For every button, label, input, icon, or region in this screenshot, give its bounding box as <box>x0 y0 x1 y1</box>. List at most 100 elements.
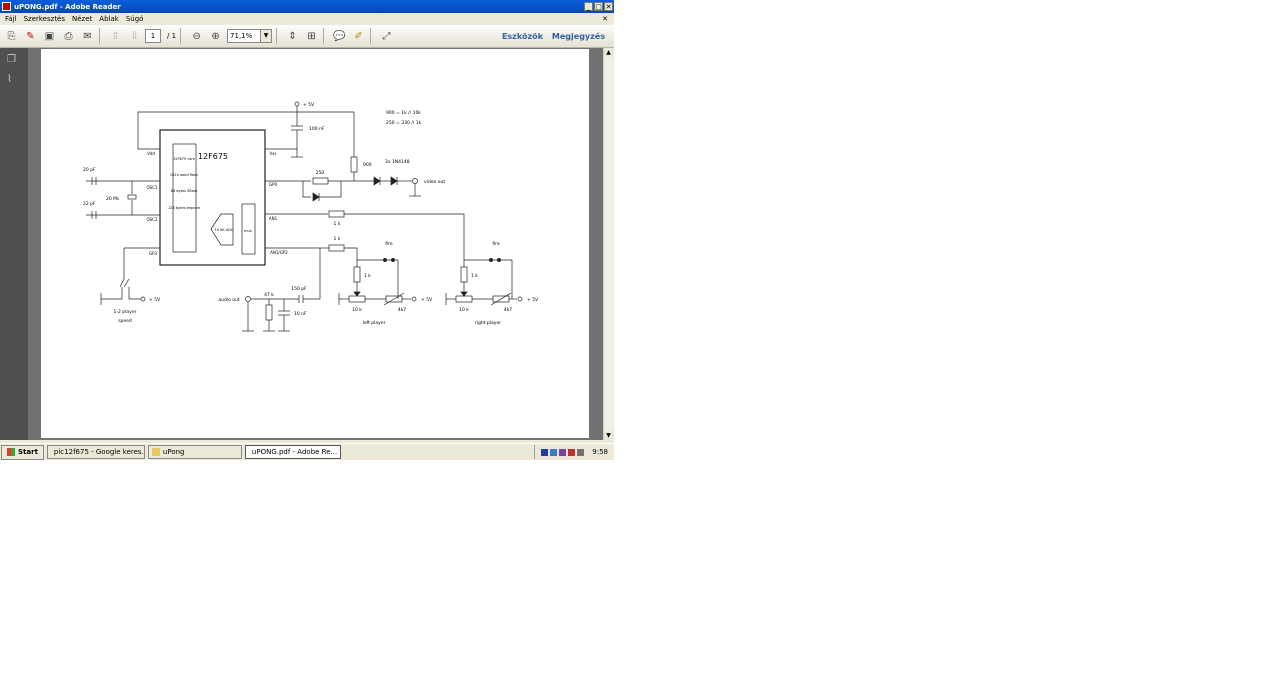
title-bar[interactable]: uPONG.pdf - Adobe Reader _ □ ✕ <box>0 0 614 13</box>
system-tray: 9:58 <box>534 445 614 459</box>
svg-text:1 k: 1 k <box>334 236 341 242</box>
vertical-scrollbar[interactable]: ▲ ▼ <box>603 48 613 440</box>
svg-text:GP0: GP0 <box>269 182 278 187</box>
svg-text:250: 250 <box>316 170 325 176</box>
volume-icon[interactable] <box>577 448 585 456</box>
svg-text:4k7: 4k7 <box>504 307 512 313</box>
adobe-reader-app-icon <box>2 2 11 11</box>
next-page-icon[interactable]: ⇩ <box>127 29 142 44</box>
svg-text:+ 5V: + 5V <box>527 297 539 303</box>
menu-view[interactable]: Nézet <box>72 15 92 23</box>
start-button[interactable]: Start <box>1 444 44 460</box>
svg-text:+ 5V: + 5V <box>421 297 433 303</box>
page-total: / 1 <box>167 32 177 40</box>
print-icon[interactable]: ⎙ <box>61 29 76 44</box>
page-number-input[interactable]: 1 <box>145 29 161 43</box>
network-icon[interactable] <box>550 448 558 456</box>
svg-text:Vdd: Vdd <box>147 151 155 156</box>
taskbar-item-firefox[interactable]: pic12f675 - Google keres... <box>46 445 145 459</box>
taskbar-item-folder[interactable]: uPong <box>147 445 242 459</box>
svg-text:+ 5V: + 5V <box>149 297 161 303</box>
save-icon[interactable]: ▣ <box>42 29 57 44</box>
svg-text:10 k: 10 k <box>459 307 469 313</box>
zoom-input[interactable]: 71,1% <box>227 29 262 43</box>
toolbar-separator <box>99 28 100 44</box>
svg-text:Vss: Vss <box>270 151 277 156</box>
svg-text:1 k: 1 k <box>471 273 478 279</box>
svg-text:150 pF: 150 pF <box>291 286 307 292</box>
scroll-up-icon[interactable]: ▲ <box>604 48 613 57</box>
page-thumbnails-icon[interactable]: ❐ <box>7 54 21 68</box>
windows-logo-icon <box>7 448 15 456</box>
clock: 9:58 <box>592 448 608 456</box>
svg-text:video out: video out <box>424 179 445 185</box>
fit-width-icon[interactable]: ⊞ <box>304 29 319 44</box>
attachments-paperclip-icon[interactable]: ⌇ <box>7 74 21 88</box>
chip-body <box>159 129 266 266</box>
svg-text:1 k: 1 k <box>334 221 341 227</box>
email-icon[interactable]: ✉ <box>80 29 95 44</box>
svg-text:20 pF: 20 pF <box>83 167 96 173</box>
menu-file[interactable]: Fájl <box>5 15 17 23</box>
svg-text:1024 word flash: 1024 word flash <box>170 173 198 177</box>
scroll-down-icon[interactable]: ▼ <box>604 431 613 440</box>
menu-window[interactable]: Ablak <box>99 15 119 23</box>
menu-edit[interactable]: Szerkesztés <box>24 15 65 23</box>
svg-text:fire: fire <box>492 241 500 247</box>
zoom-in-icon[interactable]: ⊕ <box>208 29 223 44</box>
highlight-icon[interactable]: ✐ <box>351 29 366 44</box>
svg-text:GP3: GP3 <box>149 251 158 256</box>
menu-help[interactable]: Súgó <box>126 15 144 23</box>
folder-icon <box>151 448 160 456</box>
taskbar-item-adobe-reader[interactable]: uPONG.pdf - Adobe Re... <box>244 445 341 459</box>
pdf-page: 12F675 12F675 core 1024 word flash 64 by… <box>41 49 589 438</box>
minimize-button[interactable]: _ <box>584 2 593 11</box>
svg-text:right player: right player <box>475 320 501 326</box>
svg-text:left player: left player <box>363 320 386 326</box>
maximize-button[interactable]: □ <box>594 2 603 11</box>
navigation-panel: ❐ ⌇ <box>0 48 28 440</box>
svg-text:900 = 1k // 10k: 900 = 1k // 10k <box>386 110 421 116</box>
svg-text:+ 5V: + 5V <box>303 102 315 108</box>
svg-text:100 nF: 100 nF <box>309 126 325 132</box>
fit-page-icon[interactable]: ⇕ <box>285 29 300 44</box>
adobe-reader-window: uPONG.pdf - Adobe Reader _ □ ✕ Fájl Szer… <box>0 0 614 443</box>
svg-text:AN1: AN1 <box>269 216 278 221</box>
svg-text:3x 1N4148: 3x 1N4148 <box>385 159 410 165</box>
window-title: uPONG.pdf - Adobe Reader <box>14 2 121 11</box>
tray-app-icon[interactable] <box>541 448 549 456</box>
previous-page-icon[interactable]: ⇧ <box>108 29 123 44</box>
sticky-note-icon[interactable]: 💬 <box>332 29 347 44</box>
toolbar-right-links: Eszközök Megjegyzés <box>502 32 614 41</box>
document-close-icon[interactable]: ✕ <box>602 15 608 23</box>
svg-text:fire: fire <box>385 241 393 247</box>
svg-text:audio out: audio out <box>218 297 240 303</box>
svg-text:900: 900 <box>363 162 372 168</box>
tools-button[interactable]: Eszközök <box>502 32 543 41</box>
circuit-schematic: 12F675 12F675 core 1024 word flash 64 by… <box>83 101 539 332</box>
zoom-out-icon[interactable]: ⊖ <box>189 29 204 44</box>
create-pdf-icon[interactable]: ✎ <box>23 29 38 44</box>
zoom-dropdown-chevron-icon[interactable]: ▼ <box>261 29 273 43</box>
svg-text:20 Mc: 20 Mc <box>106 196 120 202</box>
svg-text:mux: mux <box>244 229 252 233</box>
toolbar-separator <box>370 28 372 44</box>
full-screen-icon[interactable]: ⤢ <box>379 29 394 44</box>
toolbar: ⎘ ✎ ▣ ⎙ ✉ ⇧ ⇩ 1 / 1 ⊖ ⊕ 71,1% ▼ ⇕ ⊞ 💬 ✐ … <box>0 25 614 48</box>
security-icon[interactable] <box>568 448 576 456</box>
tray-app-icon[interactable] <box>559 448 567 456</box>
toolbar-separator <box>180 28 182 44</box>
svg-text:10 k: 10 k <box>352 307 362 313</box>
svg-text:1 k: 1 k <box>364 273 371 279</box>
svg-text:47 k: 47 k <box>264 292 274 298</box>
taskbar: Start pic12f675 - Google keres... uPong … <box>0 443 614 460</box>
close-button[interactable]: ✕ <box>604 2 613 11</box>
svg-text:speed: speed <box>118 318 132 324</box>
open-icon[interactable]: ⎘ <box>4 29 19 44</box>
comment-button[interactable]: Megjegyzés <box>552 32 605 41</box>
svg-text:12F675 core: 12F675 core <box>173 157 195 161</box>
svg-text:64 bytes SRam: 64 bytes SRam <box>171 189 198 193</box>
svg-text:AN1/GP2: AN1/GP2 <box>270 250 288 255</box>
svg-text:250 = 330 // 1k: 250 = 330 // 1k <box>386 120 422 126</box>
svg-text:1-2 player: 1-2 player <box>114 309 137 315</box>
